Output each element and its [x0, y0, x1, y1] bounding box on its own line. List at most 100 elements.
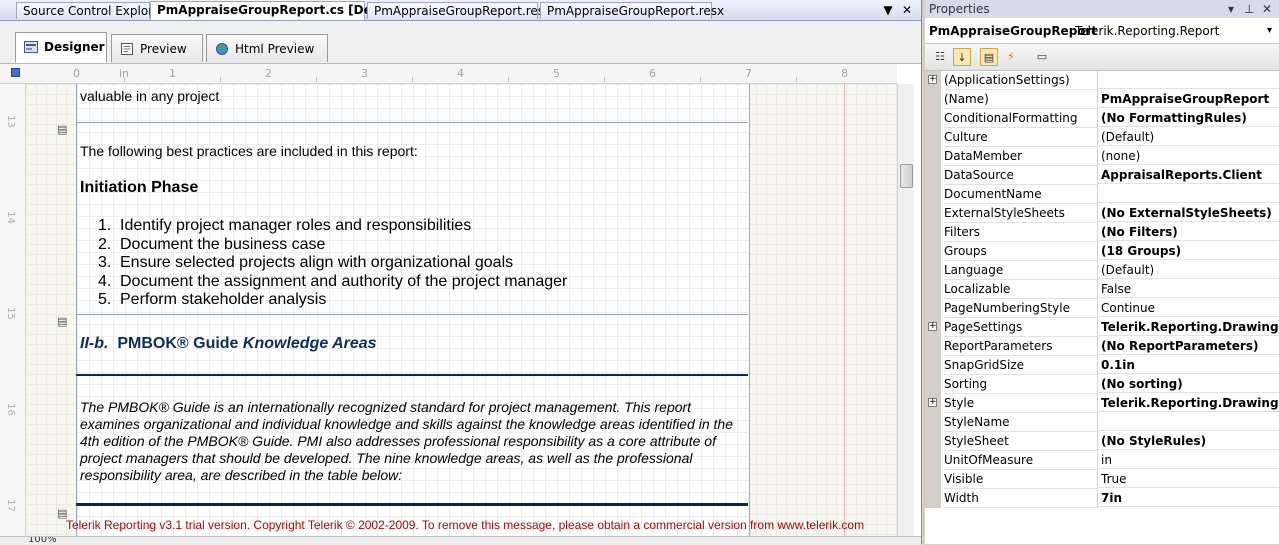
property-value[interactable]: in — [1098, 451, 1279, 469]
property-value[interactable]: AppraisalReports.Client — [1098, 166, 1279, 184]
property-value[interactable]: (none) — [1098, 147, 1279, 165]
ruler-tick — [508, 77, 509, 82]
tab-resx-2[interactable]: PmAppraiseGroupReport.resx — [540, 2, 724, 19]
tab-source-control-explorer[interactable]: Source Control Explorer — [16, 2, 165, 19]
close-document-icon[interactable]: ✕ — [899, 2, 915, 18]
scrollbar-thumb[interactable] — [900, 164, 913, 188]
dropdown-icon[interactable]: ▾ — [1228, 0, 1234, 18]
ruler-mark: 17 — [4, 499, 16, 512]
property-row-gutter — [925, 147, 941, 166]
chevron-down-icon[interactable]: ▾ — [1267, 19, 1272, 43]
property-row[interactable]: DocumentName — [925, 185, 1279, 204]
expand-icon[interactable]: + — [928, 322, 937, 331]
property-value[interactable]: (Default) — [1098, 128, 1279, 146]
property-value[interactable]: False — [1098, 280, 1279, 298]
alphabetical-sort-icon[interactable]: ↓ — [953, 48, 971, 66]
property-value[interactable]: (No ExternalStyleSheets) — [1098, 204, 1279, 222]
property-value[interactable] — [1098, 71, 1279, 89]
pin-icon[interactable]: ⊥ — [1244, 0, 1254, 18]
property-value[interactable]: Telerik.Reporting.Drawing.PageSettings — [1098, 318, 1279, 336]
property-value[interactable]: (No Filters) — [1098, 223, 1279, 241]
property-row[interactable]: Width 7in — [925, 489, 1279, 508]
property-row[interactable]: StyleName — [925, 413, 1279, 432]
property-row[interactable]: (Name) PmAppraiseGroupReport — [925, 90, 1279, 109]
property-value[interactable]: True — [1098, 470, 1279, 488]
property-value[interactable]: PmAppraiseGroupReport — [1098, 90, 1279, 108]
property-row[interactable]: Visible True — [925, 470, 1279, 489]
ruler-origin-marker[interactable] — [11, 68, 20, 77]
best-practices-list[interactable]: 1. Identify project manager roles and res… — [98, 217, 567, 310]
property-value[interactable]: (No ReportParameters) — [1098, 337, 1279, 355]
property-row[interactable]: + StyleTelerik.Reporting.Drawing.Style — [925, 394, 1279, 413]
tab-report-design[interactable]: PmAppraiseGroupReport.cs [Design] — [150, 1, 406, 20]
property-row[interactable]: Culture (Default) — [925, 128, 1279, 147]
list-text: Ensure selected projects align with orga… — [120, 254, 514, 271]
property-row[interactable]: SnapGridSize 0.1in — [925, 356, 1279, 375]
list-number: 5. — [98, 291, 112, 308]
report-heading-knowledge-areas[interactable]: II-b. PMBOK® Guide Knowledge Areas — [80, 335, 377, 353]
property-value[interactable] — [1098, 413, 1279, 431]
property-row[interactable]: Filters (No Filters) — [925, 223, 1279, 242]
property-row-gutter: + — [925, 394, 941, 413]
expand-icon[interactable]: + — [928, 75, 937, 84]
vertical-scrollbar[interactable] — [897, 84, 914, 536]
properties-panel: Properties ▾ ⊥ ✕ PmAppraiseGroupReport T… — [925, 0, 1279, 544]
property-row[interactable]: ExternalStyleSheets (No ExternalStyleShee… — [925, 204, 1279, 223]
report-paragraph[interactable]: The PMBOK® Guide is an internationally r… — [80, 399, 750, 484]
property-value[interactable]: (No sorting) — [1098, 375, 1279, 393]
property-row[interactable]: ReportParameters (No ReportParameters) — [925, 337, 1279, 356]
tab-designer[interactable]: Designer — [15, 32, 107, 63]
section-marker-icon[interactable]: ▤ — [57, 316, 67, 327]
window-list-dropdown-icon[interactable]: ▼ — [880, 2, 896, 18]
property-value[interactable]: Telerik.Reporting.Drawing.Style — [1098, 394, 1279, 412]
property-pages-icon[interactable]: ▭ — [1033, 48, 1051, 66]
property-row[interactable]: Groups (18 Groups) — [925, 242, 1279, 261]
property-row[interactable]: StyleSheet (No StyleRules) — [925, 432, 1279, 451]
tab-resx-1[interactable]: PmAppraiseGroupReport.resx — [367, 2, 551, 19]
expand-icon[interactable]: + — [928, 398, 937, 407]
report-design-surface[interactable]: valuable in any project ▤ The following … — [26, 84, 897, 536]
property-row-gutter — [925, 109, 941, 128]
property-row[interactable]: PageNumberingStyle Continue — [925, 299, 1279, 318]
list-number: 1. — [98, 217, 112, 234]
property-name: DataMember — [944, 147, 1098, 166]
object-selector[interactable]: PmAppraiseGroupReport Telerik.Reporting.… — [925, 19, 1279, 44]
property-value[interactable]: (No FormattingRules) — [1098, 109, 1279, 127]
property-row[interactable]: + (ApplicationSettings) — [925, 71, 1279, 90]
list-text: Perform stakeholder analysis — [120, 291, 327, 308]
property-value[interactable]: (18 Groups) — [1098, 242, 1279, 260]
close-icon[interactable]: ✕ — [1262, 0, 1272, 18]
property-name: Filters — [944, 223, 1098, 242]
property-row[interactable]: UnitOfMeasure in — [925, 451, 1279, 470]
tab-preview[interactable]: Preview — [111, 34, 203, 62]
section-marker-icon[interactable]: ▤ — [57, 124, 67, 135]
ruler-mark: 4 — [457, 67, 464, 80]
property-row[interactable]: Localizable False — [925, 280, 1279, 299]
properties-list-icon[interactable]: ▤ — [980, 48, 998, 66]
property-row[interactable]: DataMember (none) — [925, 147, 1279, 166]
list-item: 5. Perform stakeholder analysis — [98, 291, 567, 310]
report-intro-text[interactable]: The following best practices are include… — [80, 143, 418, 159]
property-name: Width — [944, 489, 1098, 508]
tab-html-preview[interactable]: Html Preview — [206, 34, 328, 62]
events-icon[interactable]: ⚡ — [1002, 48, 1020, 66]
property-value[interactable]: 0.1in — [1098, 356, 1279, 374]
preview-icon — [121, 43, 133, 55]
property-value[interactable]: 7in — [1098, 489, 1279, 507]
property-value[interactable]: Continue — [1098, 299, 1279, 317]
property-value[interactable] — [1098, 185, 1279, 203]
report-text-fragment[interactable]: valuable in any project — [80, 88, 219, 104]
property-row[interactable]: Sorting (No sorting) — [925, 375, 1279, 394]
report-section-heading[interactable]: Initiation Phase — [80, 179, 198, 197]
property-value[interactable]: (Default) — [1098, 261, 1279, 279]
property-row[interactable]: ConditionalFormatting (No FormattingRules… — [925, 109, 1279, 128]
list-item: 2. Document the business case — [98, 236, 567, 255]
property-row[interactable]: + PageSettingsTelerik.Reporting.Drawing.P… — [925, 318, 1279, 337]
property-row-gutter — [925, 280, 941, 299]
property-row[interactable]: Language (Default) — [925, 261, 1279, 280]
categorized-icon[interactable]: ☷ — [931, 48, 949, 66]
ruler-mark: 5 — [553, 67, 560, 80]
property-value[interactable]: (No StyleRules) — [1098, 432, 1279, 450]
selected-object-name: PmAppraiseGroupReport — [929, 24, 1098, 38]
property-row[interactable]: DataSource AppraisalReports.Client — [925, 166, 1279, 185]
